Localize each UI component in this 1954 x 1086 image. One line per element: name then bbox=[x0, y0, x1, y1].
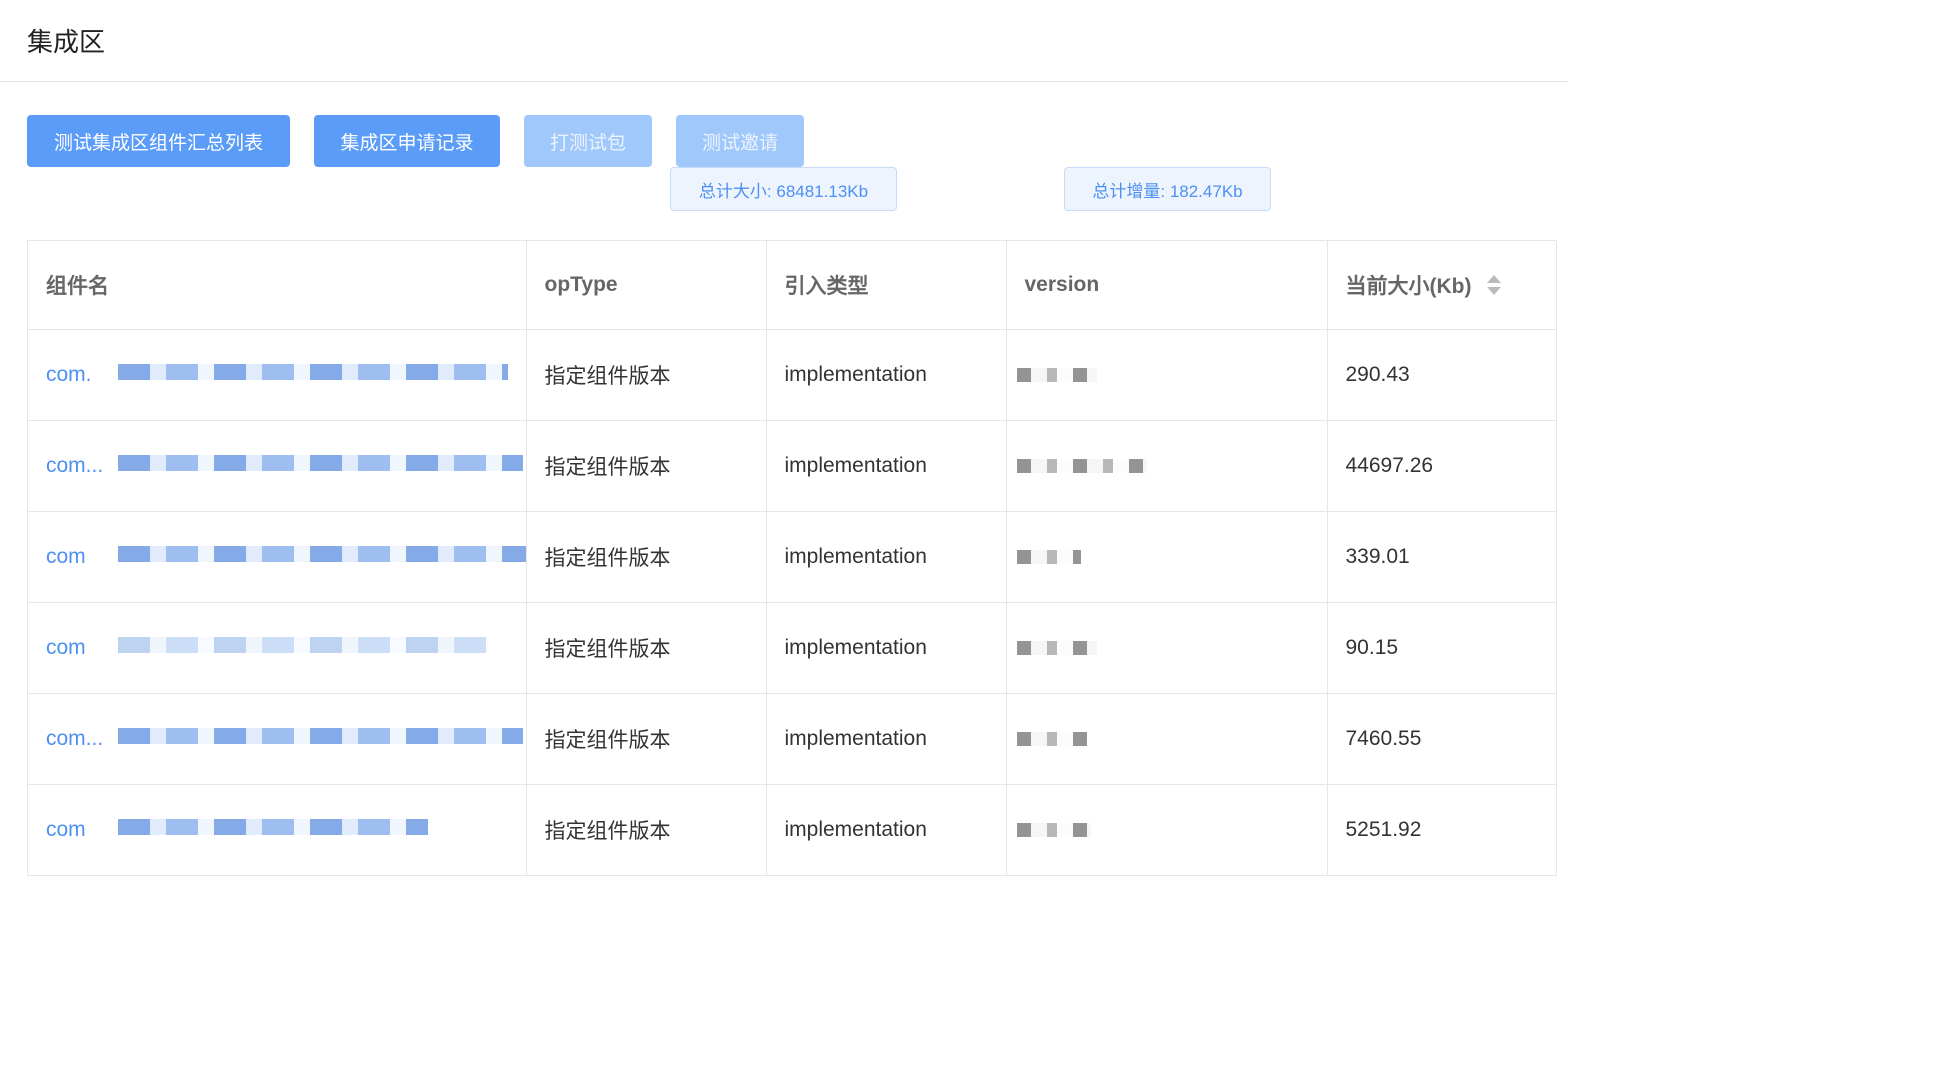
table-row: com 指定组件版本 implementation 90.15 bbox=[28, 602, 1557, 694]
table-row: com... 指定组件版本 implementation 7460.55 bbox=[28, 693, 1557, 785]
version-cell bbox=[1006, 329, 1328, 421]
column-header-version: version bbox=[1006, 241, 1328, 330]
optype-cell: 指定组件版本 bbox=[526, 693, 767, 785]
version-cell bbox=[1006, 602, 1328, 694]
import-type-cell: implementation bbox=[766, 784, 1007, 876]
table-row: com 指定组件版本 implementation 339.01 bbox=[28, 511, 1557, 603]
component-name-cell: com. bbox=[28, 329, 527, 421]
redacted-name bbox=[118, 455, 523, 471]
components-table: 组件名 opType 引入类型 version 当前大小(Kb) com. 指定… bbox=[27, 240, 1557, 876]
current-size-header-label: 当前大小(Kb) bbox=[1345, 275, 1472, 298]
size-cell: 7460.55 bbox=[1327, 693, 1557, 785]
total-increase-tag: 总计增量: 182.47Kb bbox=[1064, 167, 1271, 211]
redacted-version bbox=[1016, 823, 1091, 837]
import-type-cell: implementation bbox=[766, 602, 1007, 694]
component-summary-list-button[interactable]: 测试集成区组件汇总列表 bbox=[27, 115, 290, 167]
table-row: com... 指定组件版本 implementation 44697.26 bbox=[28, 420, 1557, 512]
total-size-tag: 总计大小: 68481.13Kb bbox=[670, 167, 897, 211]
table-row: com. 指定组件版本 implementation 290.43 bbox=[28, 329, 1557, 421]
component-name-cell: com bbox=[28, 602, 527, 694]
integration-apply-records-button[interactable]: 集成区申请记录 bbox=[314, 115, 500, 167]
import-type-cell: implementation bbox=[766, 693, 1007, 785]
optype-cell: 指定组件版本 bbox=[526, 602, 767, 694]
component-name-link[interactable]: com. bbox=[46, 363, 92, 386]
component-name-link[interactable]: com bbox=[46, 545, 86, 568]
version-cell bbox=[1006, 693, 1328, 785]
table-header-row: 组件名 opType 引入类型 version 当前大小(Kb) bbox=[28, 241, 1557, 330]
page-header: 集成区 bbox=[0, 0, 1568, 82]
redacted-name bbox=[118, 637, 488, 653]
component-name-link[interactable]: com... bbox=[46, 454, 103, 477]
component-name-link[interactable]: com bbox=[46, 818, 86, 841]
size-cell: 44697.26 bbox=[1327, 420, 1557, 512]
size-cell: 90.15 bbox=[1327, 602, 1557, 694]
optype-cell: 指定组件版本 bbox=[526, 784, 767, 876]
redacted-name bbox=[118, 364, 508, 380]
optype-cell: 指定组件版本 bbox=[526, 420, 767, 512]
component-name-cell: com bbox=[28, 511, 527, 603]
component-name-link[interactable]: com... bbox=[46, 727, 103, 750]
page-title: 集成区 bbox=[27, 27, 106, 57]
toolbar: 测试集成区组件汇总列表 集成区申请记录 打测试包 测试邀请 bbox=[27, 115, 828, 167]
sort-icon[interactable] bbox=[1487, 275, 1502, 296]
size-cell: 339.01 bbox=[1327, 511, 1557, 603]
import-type-cell: implementation bbox=[766, 329, 1007, 421]
redacted-version bbox=[1016, 368, 1097, 382]
redacted-version bbox=[1016, 459, 1147, 473]
column-header-import-type: 引入类型 bbox=[766, 241, 1007, 330]
import-type-cell: implementation bbox=[766, 420, 1007, 512]
redacted-version bbox=[1016, 550, 1081, 564]
redacted-version bbox=[1016, 732, 1087, 746]
optype-cell: 指定组件版本 bbox=[526, 511, 767, 603]
optype-cell: 指定组件版本 bbox=[526, 329, 767, 421]
build-test-package-button[interactable]: 打测试包 bbox=[524, 115, 652, 167]
size-cell: 290.43 bbox=[1327, 329, 1557, 421]
size-cell: 5251.92 bbox=[1327, 784, 1557, 876]
component-name-cell: com... bbox=[28, 420, 527, 512]
redacted-version bbox=[1016, 641, 1097, 655]
redacted-name bbox=[118, 728, 523, 744]
column-header-current-size[interactable]: 当前大小(Kb) bbox=[1327, 241, 1557, 330]
column-header-optype: opType bbox=[526, 241, 767, 330]
import-type-cell: implementation bbox=[766, 511, 1007, 603]
version-cell bbox=[1006, 420, 1328, 512]
test-invite-button[interactable]: 测试邀请 bbox=[676, 115, 804, 167]
redacted-name bbox=[118, 819, 428, 835]
redacted-name bbox=[118, 546, 525, 562]
table-row: com 指定组件版本 implementation 5251.92 bbox=[28, 784, 1557, 876]
component-name-link[interactable]: com bbox=[46, 636, 86, 659]
component-name-cell: com bbox=[28, 784, 527, 876]
column-header-component-name: 组件名 bbox=[28, 241, 527, 330]
version-cell bbox=[1006, 511, 1328, 603]
version-cell bbox=[1006, 784, 1328, 876]
component-name-cell: com... bbox=[28, 693, 527, 785]
